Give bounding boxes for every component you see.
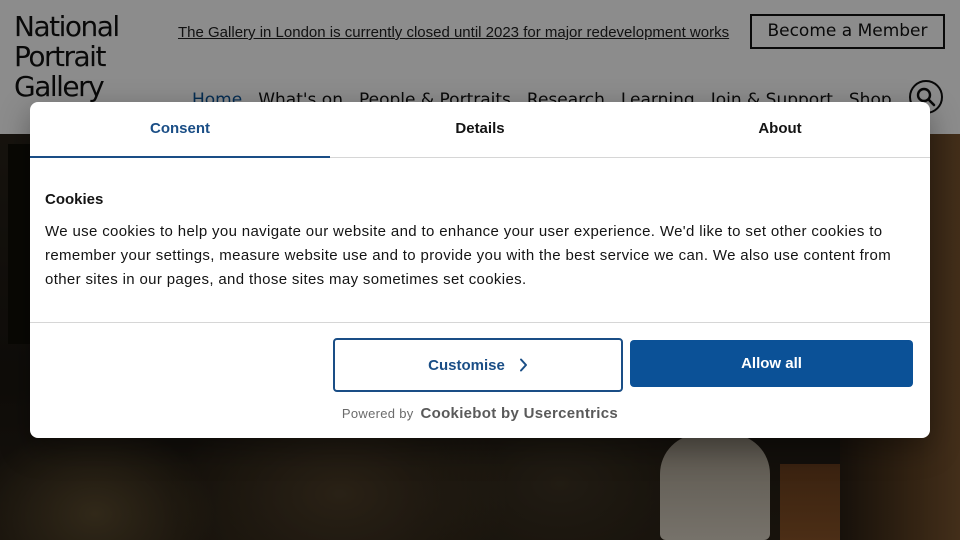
powered-by: Powered by Cookiebot by Usercentrics bbox=[30, 405, 930, 422]
page: National Portrait Gallery The Gallery in… bbox=[0, 0, 960, 540]
cookie-consent-dialog: Consent Details About Cookies We use coo… bbox=[30, 102, 930, 438]
tab-details[interactable]: Details bbox=[330, 102, 630, 157]
cookies-heading: Cookies bbox=[45, 191, 104, 208]
customise-label: Customise bbox=[428, 356, 505, 374]
allow-all-label: Allow all bbox=[741, 355, 802, 372]
allow-all-button[interactable]: Allow all bbox=[630, 340, 913, 387]
consent-tabs: Consent Details About bbox=[30, 102, 930, 158]
cookies-description: We use cookies to help you navigate our … bbox=[45, 223, 892, 288]
tab-consent[interactable]: Consent bbox=[30, 102, 330, 158]
chevron-right-icon bbox=[519, 358, 527, 372]
cookiebot-brand-link[interactable]: Cookiebot by Usercentrics bbox=[421, 405, 619, 422]
customise-button[interactable]: Customise bbox=[333, 338, 623, 392]
powered-by-label: Powered by bbox=[341, 406, 414, 421]
tab-about[interactable]: About bbox=[630, 102, 930, 157]
dialog-divider bbox=[30, 322, 930, 323]
